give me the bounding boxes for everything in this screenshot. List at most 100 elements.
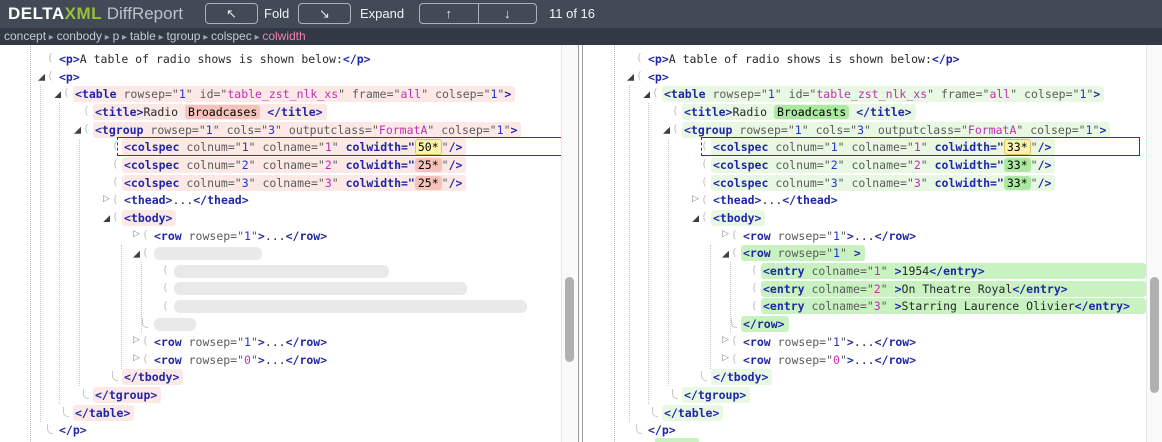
collapse-toggle-icon[interactable] xyxy=(722,251,729,258)
fold-button[interactable]: ↖ xyxy=(205,3,258,24)
collapse-toggle-icon[interactable] xyxy=(54,91,61,98)
xml-tag: > xyxy=(258,353,265,367)
code-line: (<tbody> xyxy=(589,209,1162,227)
down-arrow-icon: ↓ xyxy=(504,6,511,21)
expand-button[interactable]: ↘ xyxy=(298,3,351,24)
xml-attr-name: rowsep=" xyxy=(771,335,833,349)
code-line: </tgroup> xyxy=(0,386,578,404)
xml-tag: </row> xyxy=(875,229,917,243)
breadcrumb-item-colspec[interactable]: colspec xyxy=(211,29,252,43)
xml-tag: <tgroup xyxy=(95,123,143,137)
changed-line-content: <colspec colnum="3" colname="3" colwidth… xyxy=(711,175,1055,191)
collapse-toggle-icon[interactable] xyxy=(133,251,140,258)
expand-toggle-icon[interactable]: ▷ xyxy=(133,353,140,363)
breadcrumb-item-concept[interactable]: concept xyxy=(4,29,46,43)
fold-bracket: ( xyxy=(112,175,119,188)
xml-tag: </p> xyxy=(648,423,676,437)
code-line: </row> xyxy=(589,315,1162,333)
xml-tag: <tgroup xyxy=(684,123,732,137)
xml-attr-name: " outputclass=" xyxy=(864,123,968,137)
xml-text: Radio xyxy=(732,105,774,119)
scrollbar-thumb[interactable] xyxy=(565,277,574,362)
added-text-chip: Broadcasts xyxy=(774,105,849,119)
xml-tag: <entry xyxy=(763,299,805,313)
xml-tag: </row> xyxy=(286,229,328,243)
xml-attr-name: rowsep=" xyxy=(182,353,244,367)
xml-tag: > xyxy=(847,335,854,349)
xml-tag: /> xyxy=(1038,176,1052,190)
code-line: (<title>Radio Broadcases </title> xyxy=(0,103,578,121)
fold-bracket-end xyxy=(652,407,658,417)
xml-tag: <p> xyxy=(59,70,80,84)
line-content: <row rowsep="1">...</row> xyxy=(152,228,331,244)
expand-toggle-icon[interactable]: ▷ xyxy=(722,229,729,239)
xml-attr-name: " xyxy=(442,176,449,190)
line-content: <row rowsep="1">...</row> xyxy=(152,334,331,350)
xml-tag: > xyxy=(854,246,861,260)
collapse-toggle-icon[interactable] xyxy=(38,74,45,81)
changed-line-content: </row> xyxy=(741,316,789,332)
expand-toggle-icon[interactable]: ▷ xyxy=(133,229,140,239)
xml-attr-name-highlight: colwidth=" xyxy=(346,158,415,172)
xml-tag: <table xyxy=(664,87,706,101)
xml-attr-value: 0 xyxy=(833,353,840,367)
scrollbar-thumb[interactable] xyxy=(1150,277,1159,393)
collapse-toggle-icon[interactable] xyxy=(643,91,650,98)
next-diff-button[interactable]: ↓ xyxy=(479,4,537,23)
scrollbar-track[interactable] xyxy=(1146,45,1162,442)
code-line: (<colspec colnum="2" colname="2" colwidt… xyxy=(0,156,578,174)
xml-attr-name: colname=" xyxy=(805,264,874,278)
line-content xyxy=(172,299,531,314)
breadcrumb-separator-icon: ▸ xyxy=(119,32,130,43)
xml-text: ... xyxy=(265,353,286,367)
xml-attr-name: rowsep=" xyxy=(182,229,244,243)
expand-toggle-icon[interactable]: ▷ xyxy=(722,353,729,363)
xml-tag: > xyxy=(847,229,854,243)
code-line: </p> xyxy=(589,421,1162,439)
xml-tag: <title> xyxy=(95,105,143,119)
xml-tag: > xyxy=(258,229,265,243)
logo-xml: XML xyxy=(65,4,102,23)
breadcrumb-item-colwidth[interactable]: colwidth xyxy=(262,29,305,43)
xml-tag: > xyxy=(847,353,854,367)
xml-attr-value: 1 xyxy=(244,335,251,349)
expand-toggle-icon[interactable]: ▷ xyxy=(103,194,110,204)
fold-bracket: ( xyxy=(701,175,708,188)
xml-text: A table of radio shows is shown below: xyxy=(80,52,343,66)
xml-attr-value: 3 xyxy=(857,123,864,137)
breadcrumb-item-table[interactable]: table xyxy=(130,29,156,43)
expand-toggle-icon[interactable]: ▷ xyxy=(692,194,699,204)
fold-bracket: ( xyxy=(63,86,70,99)
xml-text: 1954 xyxy=(902,264,930,278)
xml-tag: <row xyxy=(743,229,771,243)
xml-tag: <tbody> xyxy=(124,211,172,225)
breadcrumb-item-conbody[interactable]: conbody xyxy=(57,29,102,43)
expand-toggle-icon[interactable]: ▷ xyxy=(133,335,140,345)
fold-bracket: ( xyxy=(751,299,758,312)
collapse-toggle-icon[interactable] xyxy=(692,215,699,222)
breadcrumb-item-tgroup[interactable]: tgroup xyxy=(166,29,200,43)
code-line: ▷(<row rowsep="0">...</row> xyxy=(589,351,1162,369)
collapse-toggle-icon[interactable] xyxy=(663,127,670,134)
xml-text: ... xyxy=(761,193,782,207)
collapse-toggle-icon[interactable] xyxy=(74,127,81,134)
code-line: ▷(<row rowsep="0">...</row> xyxy=(0,351,578,369)
deleted-text-chip: 25* xyxy=(415,176,442,190)
code-line: (<entry colname="3" >Starring Laurence O… xyxy=(589,298,1162,316)
xml-text: ... xyxy=(854,229,875,243)
expand-toggle-icon[interactable]: ▷ xyxy=(722,335,729,345)
line-content: <row rowsep="0">...</row> xyxy=(741,352,920,368)
xml-attr-name: rowsep=" xyxy=(771,229,833,243)
app-header: DELTAXML DiffReport ↖ Fold ↘ Expand ↑ ↓ … xyxy=(0,0,1162,28)
xml-attr-value: 1 xyxy=(874,264,881,278)
collapse-toggle-icon[interactable] xyxy=(627,74,634,81)
collapse-toggle-icon[interactable] xyxy=(103,215,110,222)
breadcrumb-separator-icon: ▸ xyxy=(102,32,113,43)
previous-diff-button[interactable]: ↑ xyxy=(420,4,479,23)
xml-text: ... xyxy=(854,335,875,349)
fold-bracket: ( xyxy=(142,246,149,259)
xml-tag: > xyxy=(1093,87,1100,101)
xml-attr-value: 2 xyxy=(831,158,838,172)
xml-text: Starring Laurence Olivier xyxy=(902,299,1075,313)
scrollbar-track[interactable] xyxy=(561,45,578,442)
